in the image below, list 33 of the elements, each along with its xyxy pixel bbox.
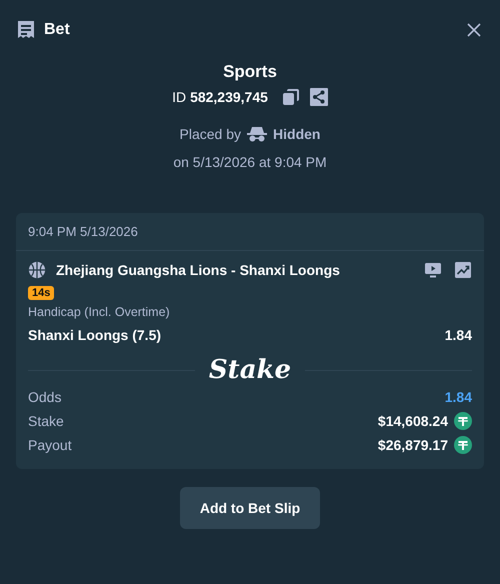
odds-value: 1.84 [444, 389, 472, 405]
add-to-bet-slip-button[interactable]: Add to Bet Slip [180, 487, 320, 529]
chart-icon[interactable] [454, 261, 472, 279]
incognito-icon [247, 126, 268, 142]
placed-by-label: Placed by [180, 126, 242, 142]
receipt-icon [16, 20, 36, 40]
summary-label: Odds [28, 389, 62, 405]
market-name: Handicap (Incl. Overtime) [28, 305, 171, 319]
basketball-icon [28, 261, 46, 279]
bet-id: 582,239,745 [190, 89, 268, 105]
copy-icon [282, 88, 300, 106]
modal-title: Bet [44, 21, 70, 39]
id-label: ID [172, 89, 186, 105]
copy-button[interactable] [282, 88, 300, 106]
bet-timestamp: 9:04 PM 5/13/2026 [28, 224, 138, 239]
selection-odds: 1.84 [444, 327, 472, 343]
share-icon [310, 88, 328, 106]
brand-logo: Stake [208, 355, 292, 385]
placed-date: on 5/13/2026 at 9:04 PM [173, 154, 327, 170]
coin-icon [454, 412, 472, 430]
coin-icon [454, 436, 472, 454]
bet-category: Sports [223, 62, 277, 82]
user-name: Hidden [273, 126, 320, 142]
amount-value: $14,608.24 [378, 413, 448, 429]
live-badge: 14s [28, 286, 54, 300]
selection-name: Shanxi Loongs (7.5) [28, 327, 162, 343]
summary-label: Payout [28, 437, 72, 453]
live-stream-icon[interactable] [424, 261, 442, 279]
close-icon [466, 22, 482, 38]
share-button[interactable] [310, 88, 328, 106]
amount-value: $26,879.17 [378, 437, 448, 453]
summary-label: Stake [28, 413, 64, 429]
event-name[interactable]: Zhejiang Guangsha Lions - Shanxi Loongs [56, 262, 340, 278]
